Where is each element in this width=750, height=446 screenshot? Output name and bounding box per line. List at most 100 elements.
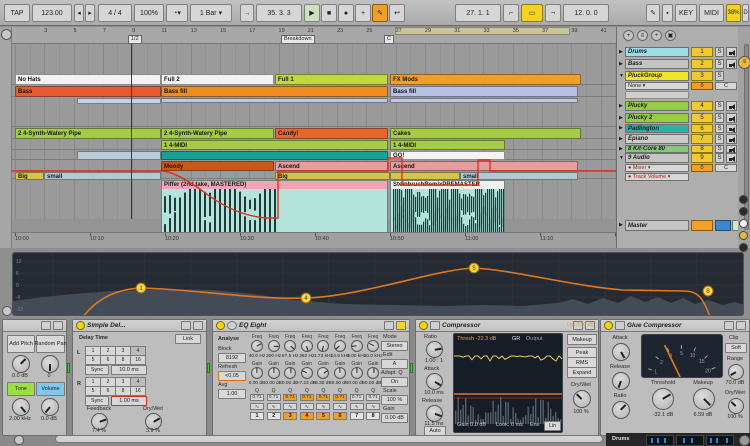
panel-collapse-button[interactable] [2,306,12,316]
track-name[interactable]: Drums [625,47,689,57]
track-name[interactable]: PluckGroup [625,71,689,81]
rack-device-titlebar[interactable] [3,320,66,332]
nudge-down-button[interactable]: ◂ [74,4,84,22]
envelope-select[interactable]: Env [530,422,539,428]
eq-eight-spectrum-display[interactable]: 1260-6-121458 [12,252,744,316]
band-q-value[interactable]: 0.71 [333,394,347,401]
loop-button[interactable]: ▭ [521,4,543,22]
track-name[interactable]: 9 Audio [625,153,689,163]
help-button[interactable] [739,435,750,446]
delay-beat-button[interactable]: 8 [115,386,131,396]
clip[interactable]: Moody [161,161,274,171]
device-activator-icon[interactable] [604,321,613,330]
lock-icon[interactable] [736,321,746,330]
clip[interactable] [77,151,161,160]
scale-field[interactable]: 100 % [381,395,408,405]
header-minibar-button[interactable]: ≡ [637,30,648,41]
track-number-unfold[interactable]: 6 [691,124,713,133]
device-activator-icon[interactable] [76,321,85,330]
track-activator-button[interactable] [726,134,737,144]
arrangement-position-field[interactable]: 35. 3. 3 [256,4,302,22]
device-chooser[interactable]: None ▾ [625,82,689,90]
device-activator-icon[interactable] [216,321,225,330]
draw-mode-button[interactable]: ✎ [646,4,660,22]
track-header-drums[interactable]: ▶Drums1S [619,47,739,58]
re-enable-automation-button[interactable]: ↩ [389,4,405,22]
master-volume-slider[interactable] [691,220,713,231]
device-thumbnail[interactable] [706,435,734,446]
nav-circle-button[interactable] [739,207,748,216]
attack-knob[interactable] [426,373,443,390]
expand-icon[interactable] [384,321,394,330]
time-ruler[interactable]: 10:0010:1010:2010:3010:4010:5011:0011:10… [12,232,616,248]
tempo-field[interactable]: 123.00 [32,4,72,22]
locator-marker[interactable]: Breakdown [281,35,315,44]
header-minibar-button[interactable]: + [623,30,634,41]
track-activator-button[interactable] [726,47,737,57]
band-q-value[interactable]: 0.71 [366,394,380,401]
delay-beat-button[interactable]: 5 [85,386,101,396]
automation-device-chooser[interactable]: ● Mixer ▾ [625,164,689,172]
clip[interactable] [390,98,578,103]
mode-select[interactable]: Stereo [381,341,408,351]
volume-field[interactable]: 0 [691,82,713,90]
band-activator[interactable]: 3 [283,412,297,420]
nav-circle-button[interactable] [739,219,748,228]
overview-menu-button[interactable]: ≡ [738,56,750,69]
band-gain-knob[interactable] [301,367,313,379]
filter-type-chooser[interactable]: ∿ [250,403,264,410]
device-thumbnail[interactable] [646,435,674,446]
header-minibar-button[interactable]: ▣ [665,30,676,41]
locator-marker[interactable]: C [384,35,394,44]
track-name[interactable]: Epiano [625,134,689,144]
macro-knob-random-pan[interactable] [41,355,59,373]
band-activator[interactable]: 7 [350,412,364,420]
band-q-value[interactable]: 0.71 [250,394,264,401]
clip[interactable]: Bass [15,86,161,97]
band-gain-knob[interactable] [284,367,296,379]
band-activator[interactable]: 6 [333,412,347,420]
clip[interactable]: Cakes [390,128,581,139]
solo-button[interactable]: S [715,134,724,144]
insert-marker[interactable] [131,44,132,219]
band-activator[interactable]: 4 [300,412,314,420]
band-gain-knob[interactable] [351,367,363,379]
save-icon[interactable] [53,321,63,330]
nav-circle-button[interactable] [739,243,748,252]
clip[interactable] [161,98,388,103]
release-knob[interactable] [612,372,630,390]
band-freq-knob[interactable] [334,340,346,352]
tap-tempo-button[interactable]: TAP [4,4,30,22]
solo-button[interactable]: S [715,124,724,133]
delay-beat-button[interactable]: 6 [100,355,116,365]
clip[interactable]: 2 4-Synth-Watery Pipe [161,128,274,139]
device-activator-icon[interactable] [419,321,428,330]
play-button[interactable]: ▶ [304,4,320,22]
track-activator-button[interactable] [726,153,737,163]
track-header-9-audio[interactable]: ▼9 Audio9S● Mixer ▾0C● Track Volume ▾ [619,153,739,219]
clip[interactable]: Full 1 [275,74,388,85]
link-button[interactable]: Link [175,334,201,344]
track-activator-button[interactable] [726,101,737,111]
punch-out-button[interactable]: ¬ [545,4,561,22]
save-icon[interactable] [193,321,203,330]
nudge-up-button[interactable]: ▸ [85,4,95,22]
beat-time-ruler[interactable]: 3579111315171921232527293133353739411/2B… [12,27,616,44]
clip[interactable]: 2 4-Synth-Watery Pipe [15,128,161,139]
map-icon[interactable] [181,321,191,330]
simple-delay-titlebar[interactable]: Simple Del... [73,320,206,332]
clip[interactable]: Bass fill [390,86,578,97]
solo-button[interactable]: S [715,59,724,69]
time-signature-field[interactable]: 4 / 4 [98,4,132,22]
clip[interactable]: FX Mods [390,74,581,85]
output-gain-field[interactable]: 0.00 dB [381,413,408,423]
track-header-padlington[interactable]: ▶Padlington6S [619,124,739,133]
track-number-unfold[interactable]: 9 [691,153,713,163]
output-toggle[interactable]: Output [526,336,543,342]
clip[interactable]: small [44,172,161,180]
band-gain-knob[interactable] [367,367,379,379]
solo-button[interactable]: S [715,113,724,123]
track-header-8-kit-core-80[interactable]: ▶8 Kit-Core 808S [619,145,739,153]
ratio-knob[interactable] [426,341,443,358]
macro-knob-volume[interactable] [41,398,59,416]
